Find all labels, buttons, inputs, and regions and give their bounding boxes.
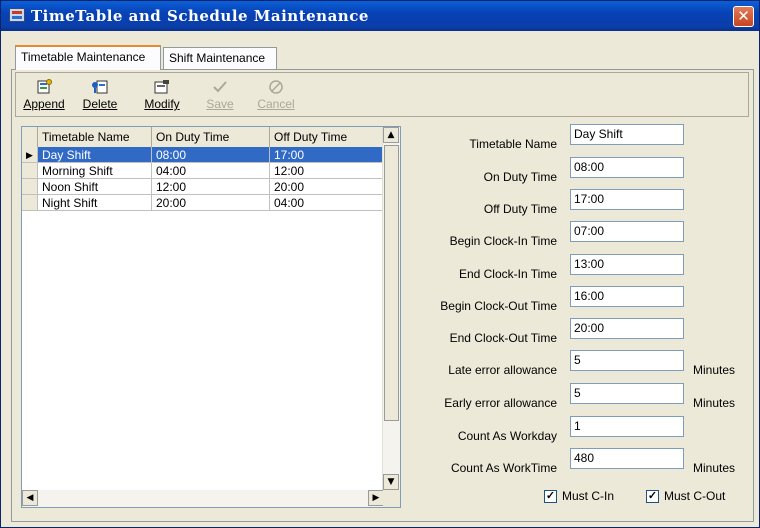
append-icon <box>35 79 53 95</box>
table-row[interactable]: Night Shift 20:00 04:00 <box>22 195 384 211</box>
begin-clock-in-input[interactable]: 07:00 <box>570 221 684 242</box>
append-label: Append <box>23 97 65 111</box>
early-allowance-unit: Minutes <box>693 396 736 410</box>
cancel-button[interactable]: Cancel <box>252 75 300 115</box>
off-duty-time-input[interactable]: 17:00 <box>570 189 684 210</box>
row-indicator <box>22 163 38 179</box>
title-bar[interactable]: TimeTable and Schedule Maintenance ✕ <box>1 1 759 31</box>
window-title: TimeTable and Schedule Maintenance <box>31 7 369 25</box>
late-allowance-input[interactable]: 5 <box>570 350 684 371</box>
cell-timetable-name[interactable]: Noon Shift <box>38 179 152 195</box>
on-duty-time-input[interactable]: 08:00 <box>570 157 684 178</box>
toolbar: Append Delete Modify Save Cancel <box>15 72 749 117</box>
horizontal-scrollbar[interactable]: ◀ ▶ <box>22 490 384 507</box>
count-as-worktime-input[interactable]: 480 <box>570 448 684 469</box>
cell-on-duty[interactable]: 12:00 <box>152 179 270 195</box>
delete-button[interactable]: Delete <box>76 75 124 115</box>
label-early-allowance: Early error allowance <box>444 396 557 410</box>
save-button[interactable]: Save <box>196 75 244 115</box>
must-c-out-label: Must C-Out <box>664 489 726 503</box>
cell-timetable-name[interactable]: Night Shift <box>38 195 152 211</box>
label-on-duty-time: On Duty Time <box>483 170 557 184</box>
end-clock-in-input[interactable]: 13:00 <box>570 254 684 275</box>
begin-clock-out-input[interactable]: 16:00 <box>570 286 684 307</box>
label-begin-clock-out: Begin Clock-Out Time <box>440 299 557 313</box>
row-indicator <box>22 179 38 195</box>
cell-timetable-name[interactable]: Morning Shift <box>38 163 152 179</box>
late-allowance-unit: Minutes <box>693 363 736 377</box>
column-header-on-duty[interactable]: On Duty Time <box>152 127 270 147</box>
checkmark-icon <box>211 79 229 95</box>
close-button[interactable]: ✕ <box>733 6 754 27</box>
label-timetable-name: Timetable Name <box>469 137 557 151</box>
app-icon <box>9 8 25 22</box>
label-count-as-worktime: Count As WorkTime <box>450 461 557 475</box>
column-header-timetable-name[interactable]: Timetable Name <box>38 127 152 147</box>
count-as-workday-input[interactable]: 1 <box>570 416 684 437</box>
delete-icon <box>91 79 109 95</box>
modify-icon <box>153 79 171 95</box>
cell-on-duty[interactable]: 04:00 <box>152 163 270 179</box>
tab-timetable-maintenance[interactable]: Timetable Maintenance <box>15 45 161 70</box>
scroll-corner <box>383 490 400 507</box>
must-c-in-checkbox[interactable]: ✓ <box>544 490 557 503</box>
end-clock-out-input[interactable]: 20:00 <box>570 318 684 339</box>
label-off-duty-time: Off Duty Time <box>483 202 557 216</box>
modify-label: Modify <box>144 97 180 111</box>
label-end-clock-out: End Clock-Out Time <box>449 331 557 345</box>
timetable-window: TimeTable and Schedule Maintenance ✕ Tim… <box>0 0 760 528</box>
cell-on-duty[interactable]: 08:00 <box>152 147 270 163</box>
vertical-scroll-thumb[interactable] <box>384 145 399 421</box>
scroll-down-icon[interactable]: ▼ <box>383 474 399 490</box>
must-c-in-label: Must C-In <box>562 489 615 503</box>
must-c-out-checkbox[interactable]: ✓ <box>646 490 659 503</box>
label-end-clock-in: End Clock-In Time <box>458 267 557 281</box>
table-row[interactable]: Noon Shift 12:00 20:00 <box>22 179 384 195</box>
cell-timetable-name[interactable]: Day Shift <box>38 147 152 163</box>
early-allowance-input[interactable]: 5 <box>570 383 684 404</box>
cell-on-duty[interactable]: 20:00 <box>152 195 270 211</box>
save-label: Save <box>206 97 234 111</box>
modify-button[interactable]: Modify <box>138 75 186 115</box>
scroll-left-icon[interactable]: ◀ <box>22 490 38 506</box>
label-begin-clock-in: Begin Clock-In Time <box>449 234 557 248</box>
label-late-allowance: Late error allowance <box>448 363 557 377</box>
label-count-as-workday: Count As Workday <box>457 429 557 443</box>
row-indicator <box>22 195 38 211</box>
scroll-right-icon[interactable]: ▶ <box>368 490 384 506</box>
tab-shift-maintenance[interactable]: Shift Maintenance <box>163 47 277 69</box>
row-pointer-icon: ▶ <box>22 147 38 163</box>
table-row[interactable]: Morning Shift 04:00 12:00 <box>22 163 384 179</box>
timetable-grid[interactable]: Timetable Name On Duty Time Off Duty Tim… <box>21 126 401 508</box>
cancel-label: Cancel <box>257 97 295 111</box>
count-as-worktime-unit: Minutes <box>693 461 736 475</box>
delete-label: Delete <box>82 97 118 111</box>
table-row[interactable]: ▶ Day Shift 08:00 17:00 <box>22 147 384 163</box>
cancel-icon <box>267 79 285 95</box>
indicator-header <box>22 127 38 147</box>
grid-header: Timetable Name On Duty Time Off Duty Tim… <box>22 127 384 148</box>
timetable-name-input[interactable]: Day Shift <box>570 124 684 145</box>
append-button[interactable]: Append <box>20 75 68 115</box>
